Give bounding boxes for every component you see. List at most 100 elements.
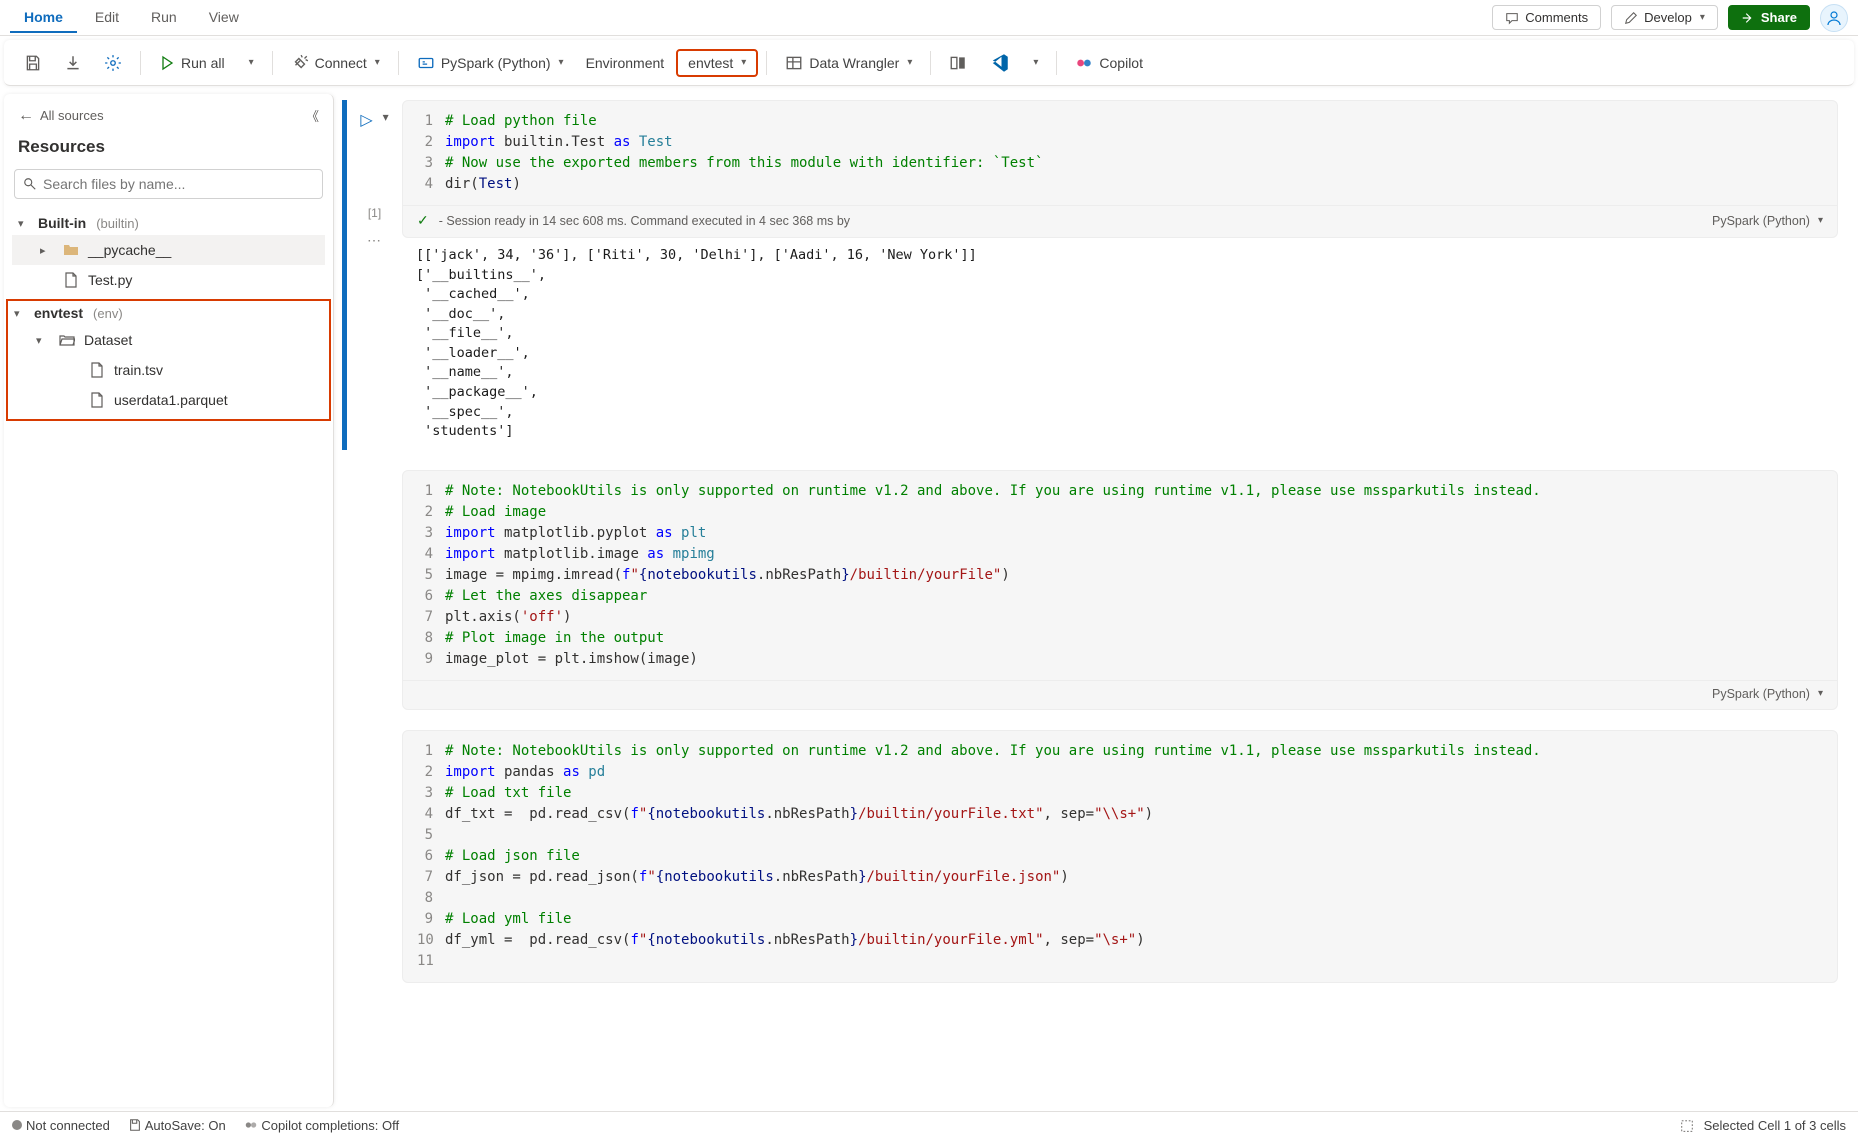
pyspark-button[interactable]: PySpark (Python) ▾	[407, 48, 574, 78]
comments-button[interactable]: Comments	[1492, 5, 1601, 30]
file-icon	[88, 391, 106, 409]
menu-home[interactable]: Home	[10, 3, 77, 33]
run-all-dropdown[interactable]: ▾	[237, 51, 264, 74]
data-wrangler-button[interactable]: Data Wrangler ▾	[775, 48, 922, 78]
code-text: # Now use the exported members from this…	[445, 155, 1043, 171]
lang-label: PySpark (Python)	[1712, 214, 1810, 228]
tree-group-envtest[interactable]: ▾ envtest (env)	[8, 301, 329, 325]
connect-label: Connect	[315, 55, 367, 71]
folder-icon	[62, 241, 80, 259]
code-text: , sep=	[1044, 932, 1095, 948]
vscode-dropdown[interactable]: ▾	[1021, 51, 1048, 74]
tree-item-userdata[interactable]: userdata1.parquet	[8, 385, 329, 415]
copilot-button[interactable]: Copilot	[1065, 48, 1153, 78]
vscode-button[interactable]	[979, 47, 1019, 79]
chevron-down-icon[interactable]: ▾	[383, 110, 389, 130]
tree-item-testpy[interactable]: Test.py	[12, 265, 325, 295]
chevron-down-icon: ▾	[249, 57, 254, 68]
selection-label: Selected Cell 1 of 3 cells	[1704, 1118, 1846, 1133]
not-connected-label: Not connected	[26, 1118, 110, 1133]
cell-1-lang[interactable]: PySpark (Python) ▾	[1712, 214, 1823, 228]
code-text: # Note: NotebookUtils is only supported …	[445, 743, 1541, 759]
code-text: # Let the axes disappear	[445, 588, 647, 604]
code-text: f	[630, 806, 638, 822]
connect-button[interactable]: Connect ▾	[281, 48, 390, 78]
code-text: notebookutils	[664, 869, 774, 885]
train-label: train.tsv	[114, 362, 163, 378]
chevron-right-icon: ▸	[40, 244, 54, 257]
layout-button[interactable]	[939, 48, 977, 78]
code-text: }	[850, 932, 858, 948]
code-text: dir(	[445, 176, 479, 192]
code-text: df_yml = pd.read_csv(	[445, 932, 630, 948]
check-icon: ✓	[417, 212, 429, 229]
search-box[interactable]	[14, 169, 323, 199]
cell-1-gutter: ▷ ▾ [1] ⋯	[342, 100, 402, 450]
chevron-down-icon: ▾	[36, 334, 50, 347]
run-cell-icon[interactable]: ▷	[360, 110, 372, 130]
menu-run[interactable]: Run	[137, 3, 191, 33]
cell-1-body: 1# Load python file 2import builtin.Test…	[402, 100, 1838, 450]
code-text: .nbResPath	[757, 567, 841, 583]
code-text: plt.axis(	[445, 609, 521, 625]
tree-item-pycache[interactable]: ▸ __pycache__	[12, 235, 325, 265]
menubar-right: Comments Develop ▾ Share	[1492, 4, 1848, 32]
settings-button[interactable]	[94, 48, 132, 78]
status-autosave[interactable]: AutoSave: On	[128, 1118, 226, 1133]
plug-icon	[291, 54, 309, 72]
share-icon	[1741, 11, 1755, 25]
develop-button[interactable]: Develop ▾	[1611, 5, 1718, 30]
cell-2-lang[interactable]: PySpark (Python) ▾	[1712, 687, 1823, 701]
download-button[interactable]	[54, 48, 92, 78]
share-button[interactable]: Share	[1728, 5, 1810, 30]
code-text: # Load json file	[445, 848, 580, 864]
code-text: pandas	[496, 764, 563, 780]
code-text: import	[445, 134, 496, 150]
code-text: pd	[580, 764, 605, 780]
cell-2-code[interactable]: 1# Note: NotebookUtils is only supported…	[402, 470, 1838, 681]
code-text: f	[630, 932, 638, 948]
tree-item-train[interactable]: train.tsv	[8, 355, 329, 385]
code-text: .nbResPath	[765, 932, 849, 948]
search-input[interactable]	[43, 176, 314, 192]
file-icon	[62, 271, 80, 289]
code-text: }	[850, 806, 858, 822]
cell-3: 1# Note: NotebookUtils is only supported…	[342, 730, 1838, 983]
status-connection[interactable]: Not connected	[12, 1118, 110, 1133]
cell-1-index: [1]	[368, 206, 381, 220]
code-text: .nbResPath	[774, 869, 858, 885]
status-copilot[interactable]: Copilot completions: Off	[244, 1118, 399, 1133]
select-all-icon[interactable]	[1680, 1119, 1694, 1133]
data-wrangler-label: Data Wrangler	[809, 55, 899, 71]
tree-item-dataset[interactable]: ▾ Dataset	[8, 325, 329, 355]
resource-tree: ▾ Built-in (builtin) ▸ __pycache__ Test.…	[12, 211, 325, 421]
code-text: .nbResPath	[765, 806, 849, 822]
code-text: )	[1001, 567, 1009, 583]
cell-2-gutter	[342, 470, 402, 710]
menu-view[interactable]: View	[195, 3, 253, 33]
cell-1-more[interactable]: ⋯	[367, 232, 382, 249]
envtest-dropdown[interactable]: envtest ▾	[676, 49, 758, 77]
folder-open-icon	[58, 331, 76, 349]
envtest-label: envtest	[34, 305, 83, 321]
back-icon[interactable]: ←	[18, 107, 34, 125]
cell-3-code[interactable]: 1# Note: NotebookUtils is only supported…	[402, 730, 1838, 983]
status-dot-icon	[12, 1120, 22, 1130]
cell-3-gutter	[342, 730, 402, 983]
run-all-button[interactable]: Run all	[149, 49, 235, 77]
code-text: )	[1145, 806, 1153, 822]
all-sources-label[interactable]: All sources	[40, 108, 104, 123]
code-text: # Note: NotebookUtils is only supported …	[445, 483, 1541, 499]
environment-button[interactable]: Environment	[576, 49, 675, 77]
code-text: # Load yml file	[445, 911, 571, 927]
envtest-label: envtest	[688, 55, 733, 71]
menu-edit[interactable]: Edit	[81, 3, 133, 33]
cell-1-code[interactable]: 1# Load python file 2import builtin.Test…	[402, 100, 1838, 206]
save-button[interactable]	[14, 48, 52, 78]
avatar[interactable]	[1820, 4, 1848, 32]
separator	[1056, 51, 1057, 75]
collapse-icon[interactable]: 《	[306, 106, 319, 125]
tree-group-builtin[interactable]: ▾ Built-in (builtin)	[12, 211, 325, 235]
spark-icon	[417, 54, 435, 72]
code-text: mpimg	[664, 546, 715, 562]
